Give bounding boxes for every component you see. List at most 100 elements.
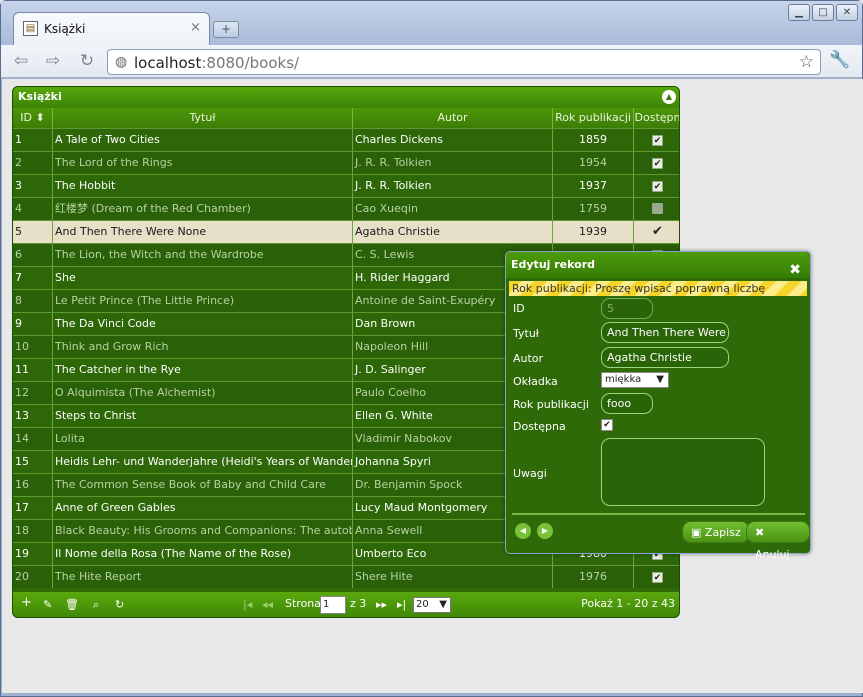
- available-checkbox-icon: [652, 203, 663, 214]
- cell-title: O Alquimista (The Alchemist): [53, 382, 353, 404]
- globe-icon: ◍: [115, 54, 128, 70]
- cell-year: 1937: [553, 175, 634, 197]
- cell-author: J. R. R. Tolkien: [353, 152, 553, 174]
- cell-available: ✔: [634, 175, 679, 197]
- address-bar[interactable]: ◍ localhost:8080/books/ ☆: [107, 49, 821, 75]
- cell-id: 14: [13, 428, 53, 450]
- year-field[interactable]: fooo: [601, 393, 653, 414]
- reload-icon[interactable]: ↻: [75, 49, 99, 73]
- cell-author: Agatha Christie: [353, 221, 553, 243]
- table-row[interactable]: 1A Tale of Two Cities Charles Dickens 1859…: [13, 128, 679, 151]
- new-tab-button[interactable]: +: [213, 21, 239, 38]
- cell-id: 8: [13, 290, 53, 312]
- edit-icon[interactable]: ✎: [43, 598, 52, 611]
- cell-id: 16: [13, 474, 53, 496]
- maximize-button[interactable]: □: [812, 4, 834, 21]
- url-text: localhost:8080/books/: [134, 54, 300, 72]
- cell-title: The Da Vinci Code: [53, 313, 353, 335]
- edit-record-dialog: Edytuj rekord ✖ Rok publikacji: Proszę w…: [505, 251, 811, 561]
- cell-title: Anne of Green Gables: [53, 497, 353, 519]
- wrench-icon[interactable]: 🔧: [829, 50, 850, 70]
- delete-icon[interactable]: 🗑: [65, 598, 79, 611]
- title-bar: ▤ Książki × + ▁ □ ✕: [1, 1, 862, 46]
- browser-tab[interactable]: ▤ Książki ×: [13, 12, 210, 46]
- cell-id: 3: [13, 175, 53, 197]
- cell-title: A Tale of Two Cities: [53, 129, 353, 151]
- forward-icon[interactable]: ⇨: [41, 49, 65, 73]
- save-button[interactable]: ▣ Zapisz: [682, 521, 750, 543]
- cell-id: 11: [13, 359, 53, 381]
- column-header-id[interactable]: ID ⬍: [13, 108, 53, 128]
- available-checkbox-icon: ✔: [652, 158, 663, 169]
- cell-year: 1939: [553, 221, 634, 243]
- title-field[interactable]: And Then There Were N: [601, 322, 729, 343]
- cell-id: 17: [13, 497, 53, 519]
- dialog-title: Edytuj rekord ✖: [506, 252, 810, 278]
- prev-page-icon[interactable]: ◂◂: [262, 598, 273, 611]
- cell-title: 红楼梦 (Dream of the Red Chamber): [53, 198, 353, 220]
- available-label: Dostępna: [513, 420, 566, 433]
- cell-id: 20: [13, 566, 53, 588]
- book-icon: ▤: [23, 21, 38, 36]
- chevron-down-icon: ▼: [656, 374, 664, 385]
- chevron-down-icon: ▼: [439, 599, 447, 610]
- next-record-icon[interactable]: ▶: [537, 523, 553, 539]
- cell-id: 12: [13, 382, 53, 404]
- first-page-icon[interactable]: |◂: [243, 598, 252, 611]
- cell-title: The Hobbit: [53, 175, 353, 197]
- cell-title: Black Beauty: His Grooms and Companions:…: [53, 520, 353, 542]
- table-row[interactable]: 5 And Then There Were None Agatha Christie…: [13, 220, 679, 243]
- close-icon[interactable]: ✖: [789, 257, 801, 283]
- notes-textarea[interactable]: [601, 438, 765, 506]
- cell-id: 7: [13, 267, 53, 289]
- cell-author: Charles Dickens: [353, 129, 553, 151]
- next-page-icon[interactable]: ▸▸: [376, 598, 387, 611]
- cell-title: Think and Grow Rich: [53, 336, 353, 358]
- cell-title: Le Petit Prince (The Little Prince): [53, 290, 353, 312]
- available-checkbox-icon: ✔: [652, 572, 663, 583]
- bookmark-star-icon[interactable]: ☆: [799, 52, 814, 72]
- cell-available: ✔: [634, 566, 679, 588]
- cell-author: Cao Xueqin: [353, 198, 553, 220]
- cell-id: 6: [13, 244, 53, 266]
- refresh-icon[interactable]: ↻: [115, 598, 124, 611]
- column-header-year[interactable]: Rok publikacji: [553, 108, 634, 128]
- author-field[interactable]: Agatha Christie: [601, 347, 729, 368]
- cell-id: 1: [13, 129, 53, 151]
- cell-id: 18: [13, 520, 53, 542]
- cover-select[interactable]: miękka ▼: [601, 372, 669, 388]
- search-icon[interactable]: ⌕: [93, 598, 99, 612]
- table-row[interactable]: 20 The Hite Report Shere Hite 1976 ✔: [13, 565, 679, 588]
- table-row[interactable]: 3 The Hobbit J. R. R. Tolkien 1937 ✔: [13, 174, 679, 197]
- tab-title: Książki: [44, 22, 86, 36]
- cell-id: 10: [13, 336, 53, 358]
- cell-id: 5: [13, 221, 53, 243]
- cell-id: 15: [13, 451, 53, 473]
- column-header-title[interactable]: Tytuł: [53, 108, 353, 128]
- column-header-author[interactable]: Autor: [353, 108, 553, 128]
- close-tab-icon[interactable]: ×: [190, 20, 201, 35]
- table-row[interactable]: 4 红楼梦 (Dream of the Red Chamber) Cao Xueqi…: [13, 197, 679, 220]
- cancel-button[interactable]: ✖ Anuluj: [746, 521, 810, 561]
- close-window-button[interactable]: ✕: [836, 4, 858, 21]
- collapse-icon[interactable]: ▲: [662, 90, 676, 104]
- available-checkbox-icon: ✔: [652, 181, 663, 192]
- title-label: Tytuł: [513, 327, 539, 340]
- last-page-icon[interactable]: ▸|: [397, 598, 406, 611]
- minimize-button[interactable]: ▁: [788, 4, 810, 21]
- back-icon[interactable]: ⇦: [9, 49, 33, 73]
- cell-id: 2: [13, 152, 53, 174]
- save-icon: ▣: [691, 526, 702, 539]
- per-page-select[interactable]: 20 ▼: [413, 597, 451, 613]
- column-header-available[interactable]: Dostępn: [634, 108, 679, 128]
- cell-title: And Then There Were None: [53, 221, 353, 243]
- grid-footer: + ✎ 🗑 ⌕ ↻ |◂ ◂◂ Strona 1 z 3 ▸▸ ▸| 20 ▼ P…: [13, 592, 679, 617]
- available-checkbox[interactable]: ✔: [601, 419, 613, 431]
- add-icon[interactable]: +: [21, 595, 32, 610]
- cell-available: ✔: [634, 221, 679, 243]
- page-count: z 3: [350, 597, 367, 610]
- prev-record-icon[interactable]: ◀: [515, 523, 531, 539]
- page-input[interactable]: 1: [320, 596, 346, 614]
- available-checkbox-icon: ✔: [652, 224, 663, 239]
- table-row[interactable]: 2 The Lord of the Rings J. R. R. Tolkien 19…: [13, 151, 679, 174]
